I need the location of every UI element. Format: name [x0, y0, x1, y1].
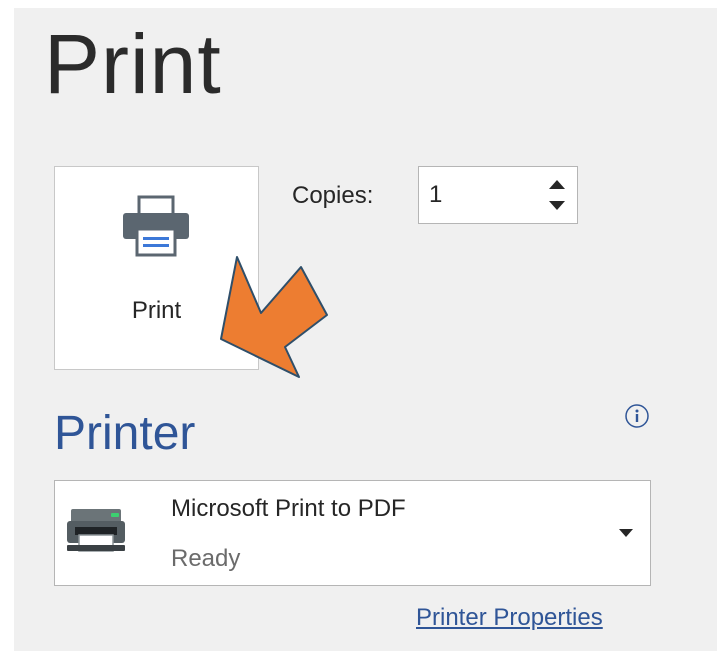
printer-name: Microsoft Print to PDF [171, 495, 406, 522]
printer-icon [123, 195, 189, 257]
page-title: Print [44, 17, 222, 111]
copies-input[interactable] [429, 179, 529, 211]
info-icon[interactable] [624, 403, 650, 429]
printer-device-icon [67, 509, 125, 552]
copies-stepper [418, 166, 578, 224]
printer-section-title: Printer [54, 407, 196, 460]
chevron-down-icon [619, 529, 633, 537]
chevron-down-icon[interactable] [546, 197, 568, 215]
copies-label: Copies: [292, 182, 374, 209]
printer-properties-link[interactable]: Printer Properties [416, 604, 603, 632]
chevron-up-icon[interactable] [546, 175, 568, 193]
orange-arrow-icon [220, 256, 328, 378]
printer-status: Ready [171, 545, 241, 572]
printer-dropdown[interactable]: Microsoft Print to PDF Ready [54, 480, 651, 586]
